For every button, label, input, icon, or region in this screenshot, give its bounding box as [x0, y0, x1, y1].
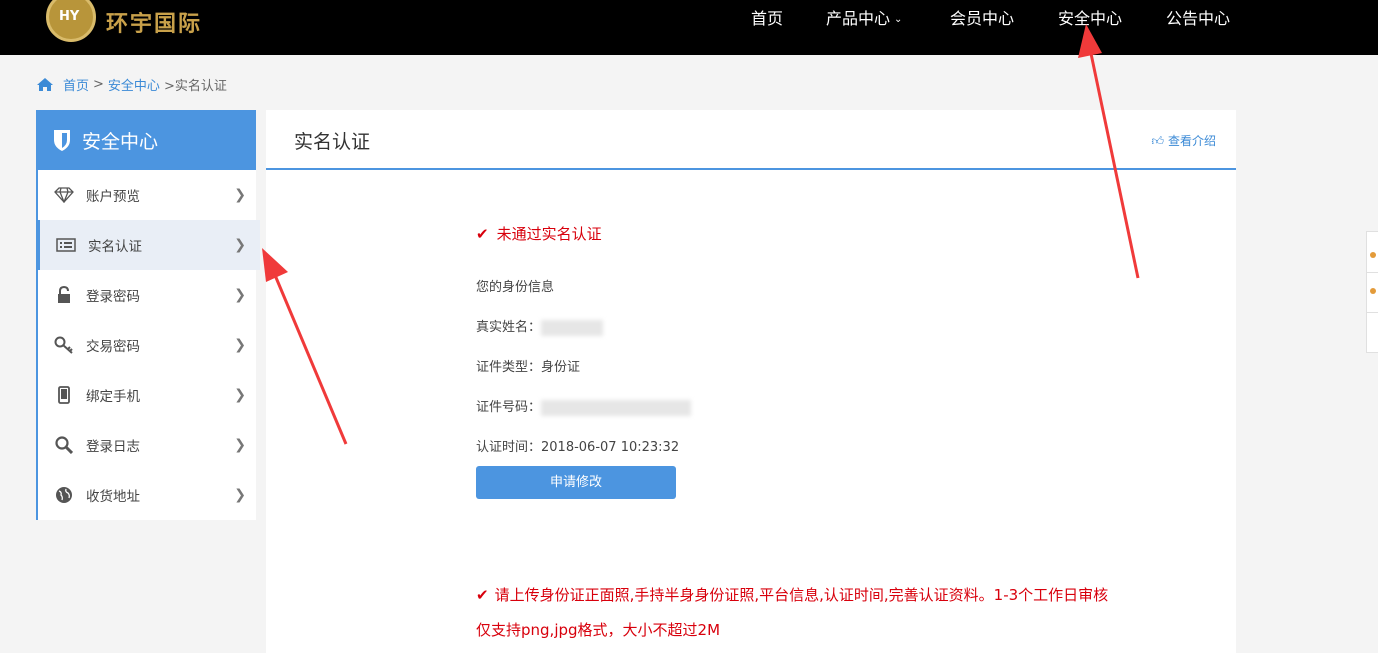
widget-divider: [1367, 312, 1378, 313]
service-dot-icon: [1370, 288, 1376, 294]
sidebar-item-label: 登录密码: [86, 289, 140, 305]
id-type-label: 证件类型：: [476, 360, 542, 375]
sidebar-item-login-log[interactable]: 登录日志 ❯: [36, 420, 256, 470]
main-panel: 实名认证 👍︎ 查看介绍 ✔ 未通过实名认证 您的身份信息 真实姓名： 证件类型：身…: [266, 110, 1236, 653]
identity-heading: 您的身份信息: [476, 280, 555, 295]
id-type-row: 证件类型：身份证: [476, 356, 580, 375]
nav-products[interactable]: 产品中心 ⌄: [826, 5, 902, 29]
brand-name[interactable]: 环宇国际: [106, 6, 202, 38]
logo-emblem[interactable]: HY: [46, 0, 96, 42]
nav-products-label: 产品中心: [826, 9, 891, 28]
phone-icon: [54, 385, 74, 405]
verify-time-row: 认证时间：2018-06-07 10:23:32: [476, 436, 679, 455]
sidebar-item-label: 登录日志: [86, 439, 140, 455]
verify-time-label: 认证时间：: [476, 440, 542, 455]
floating-service-widget[interactable]: [1366, 231, 1378, 353]
verification-status: ✔ 未通过实名认证: [476, 223, 602, 244]
chevron-right-icon: ❯: [234, 287, 246, 303]
id-number-row: 证件号码：: [476, 396, 692, 416]
sidebar: 安全中心 账户预览 ❯ 实名认证 ❯ 登录密码 ❯ 交易密码 ❯ 绑定手机 ❯: [36, 110, 260, 520]
home-icon[interactable]: [36, 77, 54, 92]
chevron-right-icon: ❯: [234, 237, 246, 253]
sidebar-item-shipping-address[interactable]: 收货地址 ❯: [36, 470, 256, 520]
check-icon: ✔: [476, 225, 489, 243]
top-nav-bar: HY 环宇国际 首页 产品中心 ⌄ 会员中心 安全中心 公告中心: [0, 0, 1378, 55]
nav-members[interactable]: 会员中心: [950, 5, 1014, 29]
real-name-label: 真实姓名：: [476, 320, 542, 335]
breadcrumb-security[interactable]: 安全中心: [108, 75, 160, 94]
key-icon: [54, 335, 74, 355]
page-title: 实名认证: [294, 131, 371, 153]
breadcrumb-home[interactable]: 首页: [63, 75, 89, 94]
chevron-right-icon: ❯: [234, 437, 246, 453]
view-intro-label: 查看介绍: [1167, 134, 1216, 148]
real-name-row: 真实姓名：: [476, 316, 604, 336]
breadcrumb-current: >实名认证: [163, 79, 227, 94]
verify-time-value: 2018-06-07 10:23:32: [541, 440, 680, 455]
verification-status-text: 未通过实名认证: [496, 225, 602, 243]
upload-notice: ✔ 请上传身份证正面照,手持半身身份证照,平台信息,认证时间,完善认证资料。1-3…: [476, 584, 1108, 605]
id-number-redacted: [541, 399, 692, 416]
widget-divider: [1367, 272, 1378, 273]
logo-monogram: HY: [59, 9, 80, 24]
chevron-right-icon: ❯: [234, 387, 246, 403]
shield-icon: [54, 130, 70, 151]
sidebar-title: 安全中心: [82, 130, 159, 153]
id-card-icon: [56, 235, 76, 255]
chevron-down-icon: ⌄: [894, 14, 903, 25]
thumbs-up-icon: 👍︎: [1151, 134, 1164, 148]
id-number-label: 证件号码：: [476, 400, 542, 415]
breadcrumb-separator: >: [93, 77, 104, 92]
chevron-right-icon: ❯: [234, 337, 246, 353]
nav-announcements[interactable]: 公告中心: [1166, 5, 1230, 29]
diamond-icon: [54, 185, 74, 205]
sidebar-item-label: 交易密码: [86, 339, 140, 355]
real-name-redacted: [541, 319, 604, 336]
sidebar-item-login-password[interactable]: 登录密码 ❯: [36, 270, 256, 320]
sidebar-item-trade-password[interactable]: 交易密码 ❯: [36, 320, 256, 370]
nav-home[interactable]: 首页: [751, 5, 783, 29]
chevron-right-icon: ❯: [234, 487, 246, 503]
check-icon: ✔: [476, 586, 489, 604]
sidebar-item-label: 账户预览: [86, 189, 140, 205]
sidebar-item-label: 收货地址: [86, 489, 140, 505]
sidebar-item-label: 实名认证: [88, 239, 142, 255]
nav-security[interactable]: 安全中心: [1058, 5, 1122, 29]
apply-modify-button[interactable]: 申请修改: [476, 466, 676, 499]
service-dot-icon: [1370, 252, 1376, 258]
lock-icon: [54, 285, 74, 305]
main-header: 实名认证 👍︎ 查看介绍: [266, 110, 1236, 170]
sidebar-item-account-overview[interactable]: 账户预览 ❯: [36, 170, 256, 220]
sidebar-header: 安全中心: [36, 110, 256, 170]
id-type-value: 身份证: [541, 360, 581, 375]
globe-icon: [54, 485, 74, 505]
upload-notice-text: 请上传身份证正面照,手持半身身份证照,平台信息,认证时间,完善认证资料。1-3个…: [494, 586, 1109, 604]
sidebar-item-real-name[interactable]: 实名认证 ❯: [36, 220, 260, 270]
view-intro-link[interactable]: 👍︎ 查看介绍: [1151, 132, 1216, 149]
chevron-right-icon: ❯: [234, 187, 246, 203]
sidebar-item-label: 绑定手机: [86, 389, 140, 405]
search-icon: [54, 435, 74, 455]
breadcrumb: 首页 > 安全中心 >实名认证: [36, 75, 227, 94]
sidebar-item-bind-phone[interactable]: 绑定手机 ❯: [36, 370, 256, 420]
format-notice: 仅支持png,jpg格式，大小不超过2M: [476, 621, 721, 639]
